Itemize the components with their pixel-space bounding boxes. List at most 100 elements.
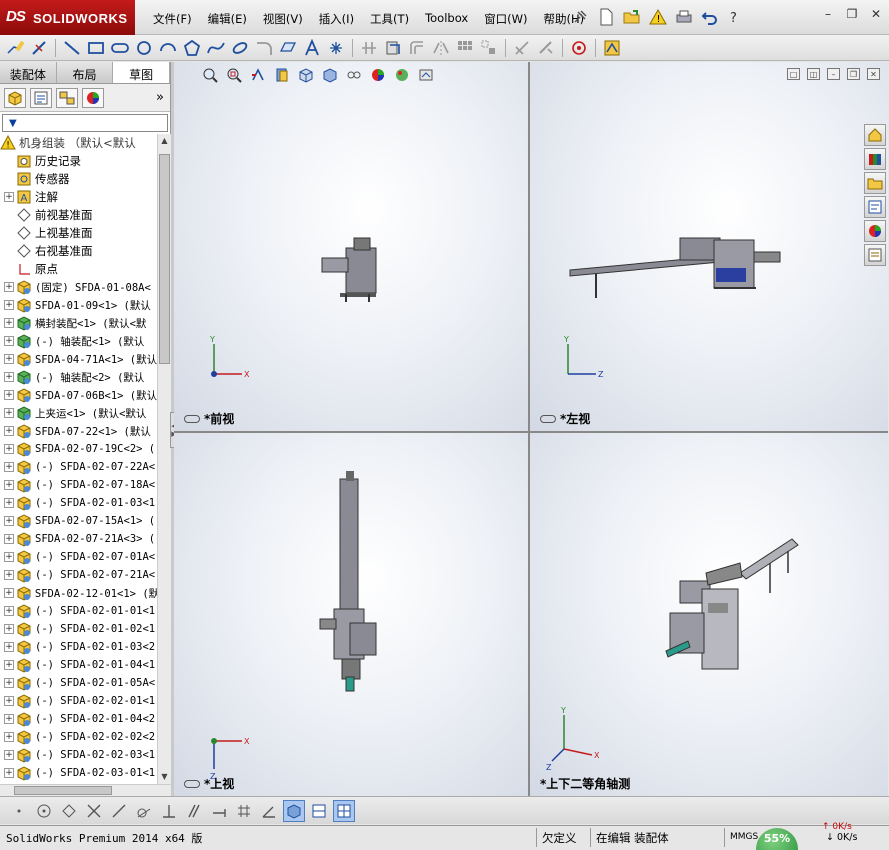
expand-icon[interactable]: + [4, 408, 14, 418]
trim-entities-icon[interactable] [358, 37, 380, 59]
tree-filter[interactable]: ▼ [2, 114, 168, 132]
offset-entities-icon[interactable] [406, 37, 428, 59]
close-icon[interactable]: ✕ [867, 6, 885, 22]
print-icon[interactable] [672, 5, 696, 29]
menu-view[interactable]: 视图(V) [255, 9, 311, 27]
tree-item[interactable]: 原点 [0, 260, 157, 278]
expand-icon[interactable]: + [4, 336, 14, 346]
expand-icon[interactable]: + [4, 714, 14, 724]
viewport-top[interactable]: X Z *上视 [174, 433, 528, 796]
menu-file[interactable]: 文件(F) [145, 9, 200, 27]
tree-item[interactable]: + (-) SFDA-02-01-02<1 [0, 620, 157, 638]
tree-item[interactable]: + 上夹运<1> (默认<默认 [0, 404, 157, 422]
tree-item[interactable]: + (-) SFDA-02-01-04<1 [0, 656, 157, 674]
viewport-isometric[interactable]: Y X Z *上下二等角轴测 [530, 433, 888, 796]
tree-root-assembly[interactable]: ! 机身组装 （默认<默认 [0, 134, 157, 152]
move-entities-icon[interactable] [478, 37, 500, 59]
tangent-snap-icon[interactable] [133, 800, 155, 822]
menu-edit[interactable]: 编辑(E) [200, 9, 255, 27]
rebuild-warning-icon[interactable]: ! [646, 5, 670, 29]
sketch-icon[interactable] [4, 37, 26, 59]
tree-item[interactable]: 传感器 [0, 170, 157, 188]
expand-icon[interactable]: + [4, 426, 14, 436]
repair-sketch-icon[interactable] [535, 37, 557, 59]
restore-icon[interactable]: ❐ [843, 6, 861, 22]
scroll-up-icon[interactable]: ▲ [159, 136, 170, 148]
tree-item[interactable]: + SFDA-07-06B<1> (默认 [0, 386, 157, 404]
menu-insert[interactable]: 插入(I) [311, 9, 362, 27]
midpoint-snap-icon[interactable] [58, 800, 80, 822]
configuration-manager-icon[interactable] [56, 87, 78, 108]
tree-item[interactable]: + (-) SFDA-02-07-18A< [0, 476, 157, 494]
expand-icon[interactable]: + [4, 678, 14, 688]
tree-item[interactable]: + (-) SFDA-02-01-03<2 [0, 638, 157, 656]
expand-icon[interactable]: + [4, 570, 14, 580]
tree-horizontal-scrollbar[interactable] [0, 784, 171, 796]
line-icon[interactable] [61, 37, 83, 59]
view-palette-icon[interactable] [864, 196, 886, 218]
angle-snap-icon[interactable] [258, 800, 280, 822]
minimize-icon[interactable]: – [819, 6, 837, 22]
expand-icon[interactable]: + [4, 318, 14, 328]
help-icon[interactable]: ? [724, 5, 748, 29]
four-viewports-icon[interactable] [333, 799, 355, 822]
expand-icon[interactable]: + [4, 282, 14, 292]
tree-item[interactable]: + (-) SFDA-02-01-04<2 [0, 710, 157, 728]
expand-icon[interactable]: + [4, 516, 14, 526]
tree-item[interactable]: + (-) 轴装配<2> (默认 [0, 368, 157, 386]
two-viewports-icon[interactable] [308, 800, 330, 822]
expand-icon[interactable]: + [4, 300, 14, 310]
ellipse-icon[interactable] [229, 37, 251, 59]
rapid-sketch-icon[interactable] [568, 37, 590, 59]
open-folder-icon[interactable] [620, 5, 644, 29]
tree-item[interactable]: 上视基准面 [0, 224, 157, 242]
scroll-down-icon[interactable]: ▼ [159, 772, 170, 784]
tree-item[interactable]: + (-) SFDA-02-02-03<1 [0, 746, 157, 764]
scrollbar-thumb[interactable] [14, 786, 112, 795]
tree-item[interactable]: + (-) SFDA-02-02-01<1 [0, 692, 157, 710]
expand-icon[interactable]: + [4, 606, 14, 616]
spline-icon[interactable] [205, 37, 227, 59]
point-icon[interactable] [325, 37, 347, 59]
intersection-snap-icon[interactable] [83, 800, 105, 822]
file-explorer-icon[interactable] [864, 172, 886, 194]
expand-icon[interactable]: + [4, 750, 14, 760]
parallel-snap-icon[interactable] [183, 800, 205, 822]
tree-item[interactable]: + (-) SFDA-02-01-01<1 [0, 602, 157, 620]
grid-snap-icon[interactable] [233, 800, 255, 822]
pin-icon[interactable] [568, 5, 592, 29]
polygon-icon[interactable] [181, 37, 203, 59]
circle-icon[interactable] [133, 37, 155, 59]
tree-item[interactable]: + (-) SFDA-02-07-21A< [0, 566, 157, 584]
tree-item[interactable]: + (-) 轴装配<1> (默认 [0, 332, 157, 350]
expand-icon[interactable]: + [4, 660, 14, 670]
expand-icon[interactable]: + [4, 732, 14, 742]
tree-item[interactable]: 右视基准面 [0, 242, 157, 260]
menu-window[interactable]: 窗口(W) [476, 9, 535, 27]
display-relations-icon[interactable] [511, 37, 533, 59]
more-panels-icon[interactable]: » [156, 90, 164, 105]
tree-item[interactable]: + (-) SFDA-02-07-01A< [0, 548, 157, 566]
text-icon[interactable] [301, 37, 323, 59]
viewport-left[interactable]: □ ◫ – ❐ ✕ Y Z *左视 [530, 62, 888, 431]
tree-item[interactable]: + SFDA-02-07-21A<3> ( [0, 530, 157, 548]
fillet-icon[interactable] [253, 37, 275, 59]
tree-item[interactable]: + (-) SFDA-02-02-02<2 [0, 728, 157, 746]
expand-icon[interactable]: + [4, 192, 14, 202]
convert-entities-icon[interactable] [382, 37, 404, 59]
tree-item[interactable]: + SFDA-01-09<1> (默认 [0, 296, 157, 314]
appearances-icon[interactable] [864, 220, 886, 242]
menu-tools[interactable]: 工具(T) [362, 9, 417, 27]
expand-icon[interactable]: + [4, 534, 14, 544]
tree-item[interactable]: + (-) SFDA-02-01-05A< [0, 674, 157, 692]
property-manager-icon[interactable] [30, 87, 52, 108]
expand-icon[interactable]: + [4, 696, 14, 706]
expand-icon[interactable]: + [4, 624, 14, 634]
center-snap-icon[interactable] [33, 800, 55, 822]
display-manager-icon[interactable] [82, 87, 104, 108]
point-snap-icon[interactable] [8, 800, 30, 822]
undo-icon[interactable] [698, 5, 722, 29]
plane-icon[interactable] [277, 37, 299, 59]
tab-layout[interactable]: 布局 [56, 62, 114, 83]
tree-item[interactable]: + A 注解 [0, 188, 157, 206]
